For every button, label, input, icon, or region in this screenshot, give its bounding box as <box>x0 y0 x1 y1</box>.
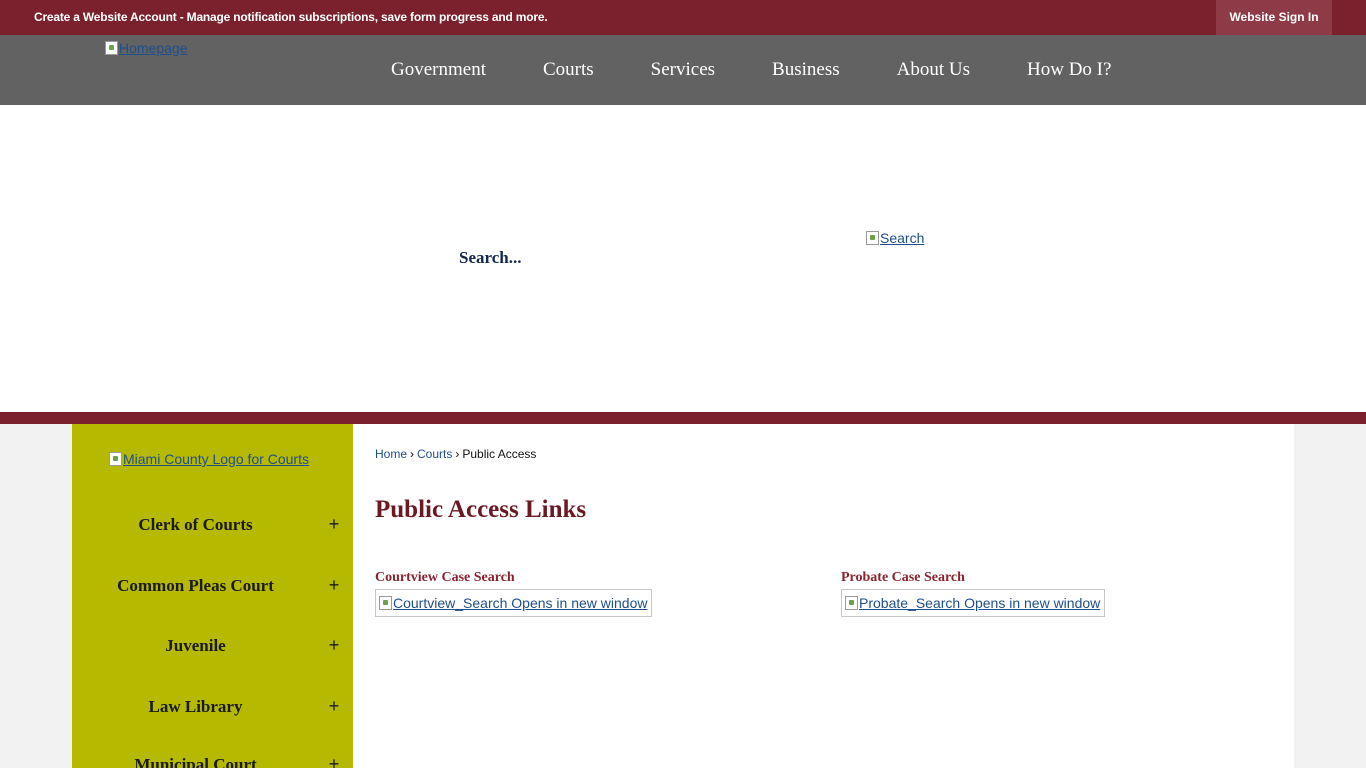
sidebar-item-label: Clerk of Courts <box>138 515 253 534</box>
courtview-link-block: Courtview Case Search Courtview_Search O… <box>375 570 653 617</box>
sidebar-item-common-pleas-court[interactable]: Common Pleas Court + <box>72 571 353 601</box>
nav-item-how-do-i[interactable]: How Do I? <box>1027 59 1111 81</box>
sidebar-item-label: Municipal Court <box>134 755 257 768</box>
sidebar-item-label: Common Pleas Court <box>117 576 274 595</box>
sidebar-item-municipal-court[interactable]: Municipal Court + <box>72 750 353 768</box>
nav-item-courts[interactable]: Courts <box>543 59 594 81</box>
probate-search-link[interactable]: Probate_Search Opens in new window <box>841 589 1106 617</box>
nav-item-business[interactable]: Business <box>772 59 840 81</box>
expand-plus-icon[interactable]: + <box>326 750 342 768</box>
nav-item-about-us[interactable]: About Us <box>897 59 970 81</box>
sidebar: Miami County Logo for Courts Clerk of Co… <box>72 424 353 768</box>
breadcrumb-separator: › <box>455 447 460 461</box>
main-navigation-bar: Homepage Government Courts Services Busi… <box>0 35 1366 105</box>
sidebar-item-juvenile[interactable]: Juvenile + <box>72 631 353 661</box>
expand-plus-icon[interactable]: + <box>326 692 342 720</box>
sidebar-item-law-library[interactable]: Law Library + <box>72 692 353 722</box>
breadcrumb: Home › Courts › Public Access <box>375 447 536 461</box>
broken-image-icon <box>105 41 118 55</box>
broken-image-icon <box>866 231 879 245</box>
create-account-link[interactable]: Create a Website Account - Manage notifi… <box>34 0 548 35</box>
search-banner: Search... Search <box>0 105 1366 412</box>
courtview-heading: Courtview Case Search <box>375 570 515 585</box>
section-divider <box>0 412 1366 424</box>
expand-plus-icon[interactable]: + <box>326 631 342 659</box>
nav-item-government[interactable]: Government <box>391 59 486 81</box>
create-account-label: Create a Website Account <box>34 10 177 24</box>
website-sign-in-button[interactable]: Website Sign In <box>1216 0 1332 35</box>
expand-plus-icon[interactable]: + <box>326 510 342 538</box>
broken-image-icon <box>379 596 392 610</box>
top-utility-bar: Create a Website Account - Manage notifi… <box>0 0 1366 35</box>
nav-item-services[interactable]: Services <box>651 59 715 81</box>
sidebar-item-label: Law Library <box>148 697 243 716</box>
page-title: Public Access Links <box>375 496 587 523</box>
search-button[interactable]: Search <box>866 230 924 246</box>
search-input[interactable]: Search... <box>459 248 522 268</box>
main-nav: Government Courts Services Business Abou… <box>391 35 1111 105</box>
homepage-logo-alt: Homepage <box>119 40 188 56</box>
main-content: Home › Courts › Public Access Public Access … <box>353 424 1294 768</box>
sidebar-item-clerk-of-courts[interactable]: Clerk of Courts + <box>72 510 353 540</box>
breadcrumb-separator: › <box>410 447 415 461</box>
breadcrumb-home[interactable]: Home <box>375 447 407 461</box>
expand-plus-icon[interactable]: + <box>326 571 342 599</box>
probate-search-alt: Probate_Search Opens in new window <box>859 595 1101 611</box>
courtview-search-alt: Courtview_Search Opens in new window <box>393 595 648 611</box>
breadcrumb-current: Public Access <box>462 447 537 461</box>
broken-image-icon <box>109 452 122 466</box>
create-account-description: - Manage notification subscriptions, sav… <box>176 10 548 24</box>
courts-logo-link[interactable]: Miami County Logo for Courts <box>109 451 309 467</box>
probate-link-block: Probate Case Search Probate_Search Opens… <box>841 570 1106 617</box>
probate-heading: Probate Case Search <box>841 570 965 585</box>
homepage-logo-link[interactable]: Homepage <box>105 40 188 56</box>
breadcrumb-courts[interactable]: Courts <box>417 447 452 461</box>
courtview-search-link[interactable]: Courtview_Search Opens in new window <box>375 589 653 617</box>
broken-image-icon <box>845 596 858 610</box>
search-button-alt: Search <box>880 230 925 246</box>
courts-logo-alt: Miami County Logo for Courts <box>123 451 309 467</box>
sidebar-item-label: Juvenile <box>165 636 226 655</box>
